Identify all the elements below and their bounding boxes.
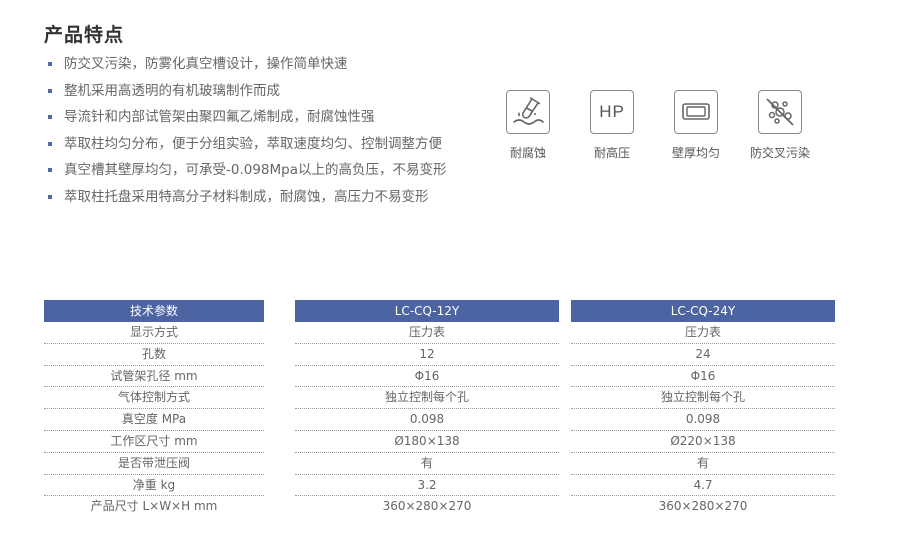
value-cell: 360×280×270 xyxy=(382,499,472,514)
feature-item: 真空槽其壁厚均匀，可承受-0.098Mpa以上的高负压，不易变形 xyxy=(48,160,447,187)
feature-text: 导流针和内部试管架由聚四氟乙烯制成，耐腐蚀性强 xyxy=(64,109,375,125)
feature-item: 整机采用高透明的有机玻璃制作而成 xyxy=(48,81,447,108)
value-cell: 3.2 xyxy=(295,475,559,497)
bullet-icon xyxy=(48,194,52,199)
feature-item: 萃取柱托盘采用特高分子材料制成，耐腐蚀，高压力不易变形 xyxy=(48,187,447,214)
value-cell: 4.7 xyxy=(571,475,835,497)
hp-text: HP xyxy=(599,102,625,121)
feature-text: 真空槽其壁厚均匀，可承受-0.098Mpa以上的高负压，不易变形 xyxy=(64,162,447,178)
feature-item: 防交叉污染，防雾化真空槽设计，操作简单快速 xyxy=(48,54,447,81)
param-cell: 净重 kg xyxy=(44,475,264,497)
column-header: 技术参数 xyxy=(44,300,264,322)
icon-label: 防交叉污染 xyxy=(749,146,810,160)
section-title: 产品特点 xyxy=(44,24,125,46)
param-cell: 产品尺寸 L×W×H mm xyxy=(90,499,218,514)
param-cell: 是否带泄压阀 xyxy=(44,453,264,475)
param-cell: 真空度 MPa xyxy=(44,409,264,431)
icon-label: 耐腐蚀 xyxy=(509,146,546,160)
bullet-icon xyxy=(48,168,52,172)
value-cell: 有 xyxy=(571,453,835,475)
feature-text: 防交叉污染，防雾化真空槽设计，操作简单快速 xyxy=(64,56,348,72)
bullet-icon xyxy=(48,115,52,119)
param-cell: 气体控制方式 xyxy=(44,387,264,410)
icon-card-pressure: HP 耐高压 xyxy=(570,90,654,161)
feature-text: 整机采用高透明的有机玻璃制作而成 xyxy=(64,82,280,99)
feature-item: 萃取柱均匀分布，便于分组实验，萃取速度均匀、控制调整方便 xyxy=(48,134,447,161)
model-12y-column: LC-CQ-12Y 压力表 12 Φ16 独立控制每个孔 0.098 Ø180×… xyxy=(295,300,559,518)
model-24y-column: LC-CQ-24Y 压力表 24 Φ16 独立控制每个孔 0.098 Ø220×… xyxy=(571,300,835,518)
value-cell: 24 xyxy=(571,344,835,366)
value-cell: Ø180×138 xyxy=(295,431,559,453)
value-cell: 0.098 xyxy=(571,409,835,431)
feature-item: 导流针和内部试管架由聚四氟乙烯制成，耐腐蚀性强 xyxy=(48,107,447,134)
feature-text: 萃取柱均匀分布，便于分组实验，萃取速度均匀、控制调整方便 xyxy=(64,135,442,152)
bullet-icon xyxy=(48,88,52,93)
icon-card-corrosion: 耐腐蚀 xyxy=(486,90,570,161)
param-cell: 试管架孔径 mm xyxy=(44,366,264,388)
anti-cross-contamination-icon xyxy=(758,90,802,134)
param-column: 技术参数 显示方式 孔数 试管架孔径 mm 气体控制方式 真空度 MPa 工作区… xyxy=(44,300,264,518)
param-cell: 工作区尺寸 mm xyxy=(44,431,264,453)
bullet-icon xyxy=(48,141,52,146)
column-header: LC-CQ-24Y xyxy=(571,300,835,322)
column-header: LC-CQ-12Y xyxy=(295,300,559,322)
bullet-icon xyxy=(48,62,52,66)
value-cell: 360×280×270 xyxy=(658,499,748,514)
icon-card-wall: 壁厚均匀 xyxy=(654,90,738,161)
icon-label: 壁厚均匀 xyxy=(671,146,720,160)
value-cell: 独立控制每个孔 xyxy=(571,387,835,410)
icon-label: 耐高压 xyxy=(593,146,630,160)
value-cell: Φ16 xyxy=(571,366,835,388)
value-cell: 压力表 xyxy=(295,322,559,344)
uniform-wall-icon xyxy=(674,90,718,134)
value-cell: 有 xyxy=(295,453,559,475)
feature-text: 萃取柱托盘采用特高分子材料制成，耐腐蚀，高压力不易变形 xyxy=(64,188,429,205)
value-cell: 0.098 xyxy=(295,409,559,431)
corrosion-resistant-icon xyxy=(506,90,550,134)
value-cell: Φ16 xyxy=(295,366,559,388)
param-cell: 孔数 xyxy=(44,344,264,366)
value-cell: 12 xyxy=(295,344,559,366)
value-cell: Ø220×138 xyxy=(571,431,835,453)
value-cell: 独立控制每个孔 xyxy=(295,387,559,410)
value-cell: 压力表 xyxy=(571,322,835,344)
icon-card-contamination: 防交叉污染 xyxy=(738,90,822,161)
param-cell: 显示方式 xyxy=(44,322,264,344)
high-pressure-icon: HP xyxy=(590,90,634,134)
feature-icons: 耐腐蚀 HP 耐高压 壁厚均匀 防交叉污染 xyxy=(486,90,822,161)
feature-list: 防交叉污染，防雾化真空槽设计，操作简单快速 整机采用高透明的有机玻璃制作而成 导… xyxy=(48,54,447,213)
